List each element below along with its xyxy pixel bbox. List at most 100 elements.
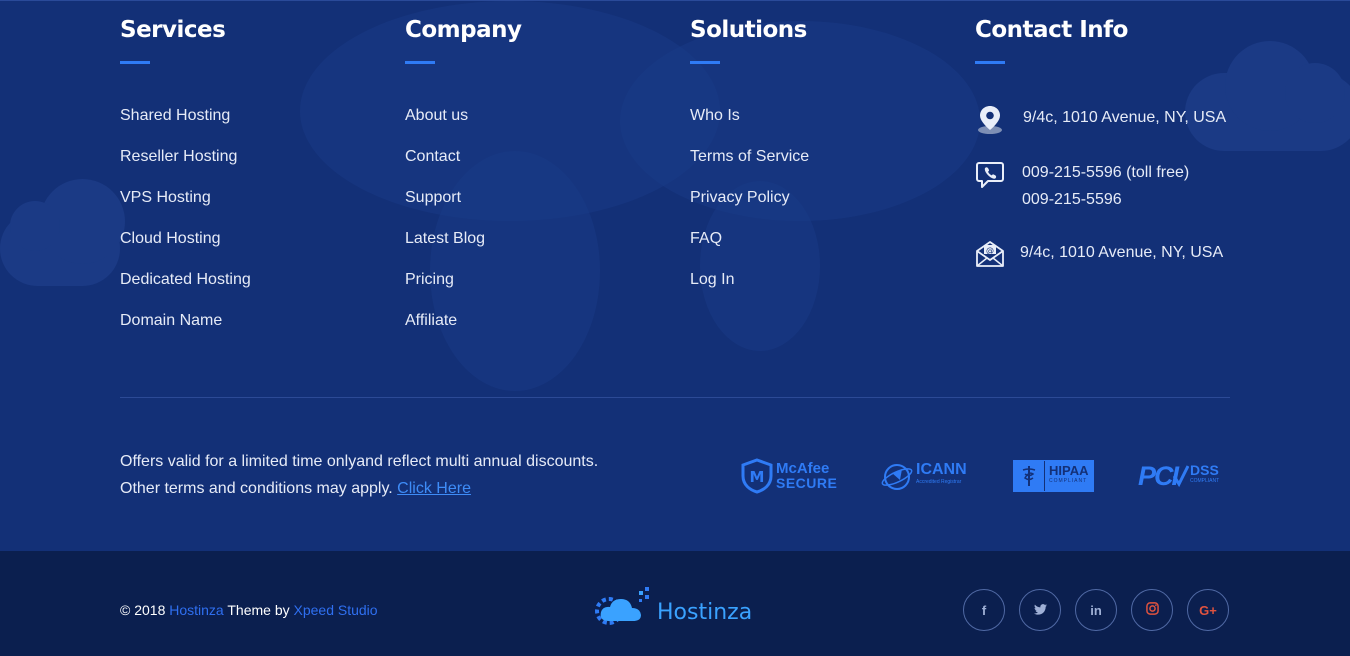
hostinza-logo[interactable]: Hostinza [595,587,752,629]
link-about-us[interactable]: About us [405,107,468,124]
copyright-text: © 2018 Hostinza Theme by Xpeed Studio [120,602,378,618]
list-item[interactable]: Dedicated Hosting [120,272,251,313]
heading-underline [405,61,435,64]
google-plus-button[interactable]: G+ [1187,589,1229,631]
linkedin-icon: in [1090,602,1102,618]
svg-text:@: @ [986,246,994,255]
mcafee-shield-icon: M [741,458,773,494]
list-item[interactable]: Log In [690,272,809,313]
solutions-list: Who Is Terms of Service Privacy Policy F… [690,108,809,313]
company-heading: Company [405,17,522,43]
mcafee-label: McAfee [776,460,830,477]
heading-underline [690,61,720,64]
checkmark-icon [1173,465,1190,488]
list-item[interactable]: Latest Blog [405,231,522,272]
facebook-button[interactable]: f [963,589,1005,631]
link-terms-of-service[interactable]: Terms of Service [690,148,809,165]
list-item[interactable]: Affiliate [405,313,522,354]
caduceus-icon [1014,461,1044,491]
services-list: Shared Hosting Reseller Hosting VPS Host… [120,108,251,354]
hostinza-link[interactable]: Hostinza [169,602,223,618]
link-vps-hosting[interactable]: VPS Hosting [120,189,211,206]
pci-dss-badge: PCI DSS COMPLIANT [1138,456,1219,496]
icann-badge: ICANN Accredited Registrar [880,456,967,496]
footer-bottom-bar: © 2018 Hostinza Theme by Xpeed Studio Ho… [0,551,1350,656]
phone-text: 009-215-5596 [1022,191,1122,208]
email-text: 9/4c, 1010 Avenue, NY, USA [1020,244,1224,261]
trust-badges: M McAfee SECURE ICANN Accredited Registr… [740,456,1230,496]
contact-address: 9/4c, 1010 Avenue, NY, USA [975,104,1226,134]
list-item[interactable]: Pricing [405,272,522,313]
icann-label: ICANN [916,461,967,478]
mcafee-badge: M McAfee SECURE [740,456,837,496]
contact-column: Contact Info 9/4c, 1010 Avenue, NY, USA [975,1,1235,301]
list-item[interactable]: Cloud Hosting [120,231,251,272]
logo-text: Hostinza [657,599,753,625]
heading-underline [120,61,150,64]
services-column: Services Shared Hosting Reseller Hosting… [120,1,251,354]
list-item[interactable]: Terms of Service [690,149,809,190]
envelope-icon: @ [975,239,1005,269]
list-item[interactable]: Shared Hosting [120,108,251,149]
facebook-icon: f [981,602,987,618]
mcafee-secure-label: SECURE [776,475,838,491]
dss-sublabel: COMPLIANT [1190,478,1220,484]
instagram-icon [1145,602,1159,618]
address-text: 9/4c, 1010 Avenue, NY, USA [1023,109,1227,126]
xpeed-studio-link[interactable]: Xpeed Studio [294,602,378,618]
list-item[interactable]: VPS Hosting [120,190,251,231]
link-pricing[interactable]: Pricing [405,271,454,288]
list-item[interactable]: Domain Name [120,313,251,354]
list-item[interactable]: FAQ [690,231,809,272]
link-reseller-hosting[interactable]: Reseller Hosting [120,148,237,165]
cloud-decoration [0,179,125,286]
social-links: f in G+ [963,589,1229,631]
contact-heading: Contact Info [975,17,1128,43]
link-privacy-policy[interactable]: Privacy Policy [690,189,790,206]
contact-phone: 009-215-5596 (toll free) 009-215-5596 [975,159,1189,213]
offer-text: Offers valid for a limited time onlyand … [120,448,598,502]
contact-email: @ 9/4c, 1010 Avenue, NY, USA [975,239,1223,269]
link-log-in[interactable]: Log In [690,271,734,288]
hipaa-sublabel: COMPLIANT [1049,478,1088,484]
offer-line-1: Offers valid for a limited time onlyand … [120,453,599,470]
click-here-link[interactable]: Click Here [397,480,471,497]
link-contact[interactable]: Contact [405,148,460,165]
link-latest-blog[interactable]: Latest Blog [405,230,485,247]
link-shared-hosting[interactable]: Shared Hosting [120,107,230,124]
dss-label: DSS [1190,462,1219,478]
google-plus-icon: G+ [1199,602,1217,618]
twitter-icon [1033,603,1047,618]
link-who-is[interactable]: Who Is [690,107,740,124]
viber-phone-icon [975,159,1005,189]
twitter-button[interactable] [1019,589,1061,631]
svg-text:M: M [750,468,765,486]
company-list: About us Contact Support Latest Blog Pri… [405,108,522,354]
footer-main: Services Shared Hosting Reseller Hosting… [0,0,1350,551]
list-item[interactable]: Reseller Hosting [120,149,251,190]
copyright-prefix: © 2018 [120,602,166,618]
link-faq[interactable]: FAQ [690,230,722,247]
link-affiliate[interactable]: Affiliate [405,312,457,329]
linkedin-button[interactable]: in [1075,589,1117,631]
link-support[interactable]: Support [405,189,461,206]
icann-globe-icon [881,464,913,490]
solutions-heading: Solutions [690,17,807,43]
instagram-button[interactable] [1131,589,1173,631]
map-pin-icon [975,104,1005,134]
cloud-gear-logo-icon [595,587,649,625]
offer-line-2: Other terms and conditions may apply. [120,480,393,497]
list-item[interactable]: Who Is [690,108,809,149]
icann-sublabel: Accredited Registrar [916,479,962,485]
theme-by-text: Theme by [227,602,290,618]
link-dedicated-hosting[interactable]: Dedicated Hosting [120,271,251,288]
list-item[interactable]: About us [405,108,522,149]
link-domain-name[interactable]: Domain Name [120,312,222,329]
heading-underline [975,61,1005,64]
services-heading: Services [120,17,226,43]
link-cloud-hosting[interactable]: Cloud Hosting [120,230,221,247]
list-item[interactable]: Contact [405,149,522,190]
company-column: Company About us Contact Support Latest … [405,1,522,354]
list-item[interactable]: Privacy Policy [690,190,809,231]
list-item[interactable]: Support [405,190,522,231]
